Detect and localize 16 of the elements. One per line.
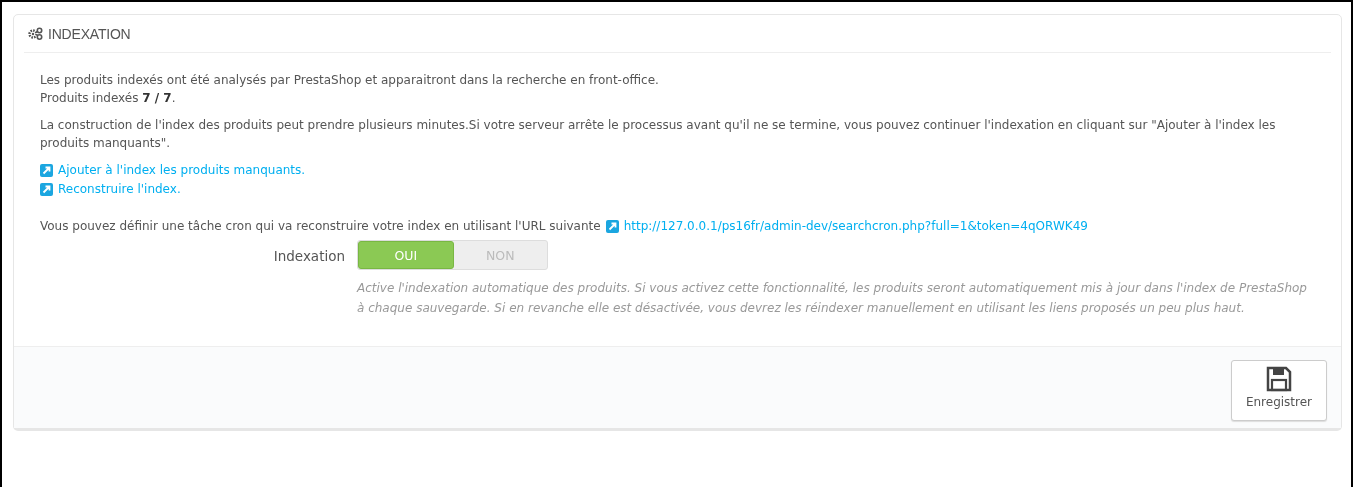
external-link-icon xyxy=(605,219,619,233)
external-link-icon xyxy=(40,164,53,177)
info-text: Les produits indexés ont été analysés par PrestaShop et apparaitront dans la recherche en front-office. xyxy=(40,72,660,89)
gears-icon xyxy=(28,27,43,40)
help-text: Active l'indexation automatique des produits. Si vous activez cette fonctionnalité, les produits seront automatiquement mis à jour dans l'index de PrestaShop à chaque sauvegarde. Si en revanche elle est désactivée, vous devrez les réindexer manuellement en utilisant les liens proposés un peu plus haut. xyxy=(357,280,1308,317)
cron-url-link[interactable]: http://127.0.0.1/ps16fr/admin-dev/searchcron.php?full=1&token=4qORWK49 xyxy=(605,217,1088,235)
info-text: La construction de l'index des produits peut prendre plusieurs minutes.Si votre serveur arrête le processus avant qu'il ne se termine, vous pouvez continuer l'indexation en cliquant sur "Ajouter à l'index les produits manquants". xyxy=(40,117,1277,152)
action-link[interactable]: Ajouter à l'index les produits manquants. xyxy=(40,161,306,180)
field-label: Indexation xyxy=(272,247,345,266)
panel-title: INDEXATION xyxy=(48,25,131,42)
info-text: Produits indexés 7 / 7. xyxy=(40,90,177,107)
external-link-icon xyxy=(40,183,53,196)
save-button[interactable]: Enregistrer xyxy=(1231,360,1327,421)
toggle-option[interactable]: OUI xyxy=(358,241,454,269)
action-link[interactable]: Reconstruire l'index. xyxy=(40,180,181,199)
info-text: Vous pouvez définir une tâche cron qui va reconstruire votre index en utilisant l'URL suivante xyxy=(40,218,601,235)
